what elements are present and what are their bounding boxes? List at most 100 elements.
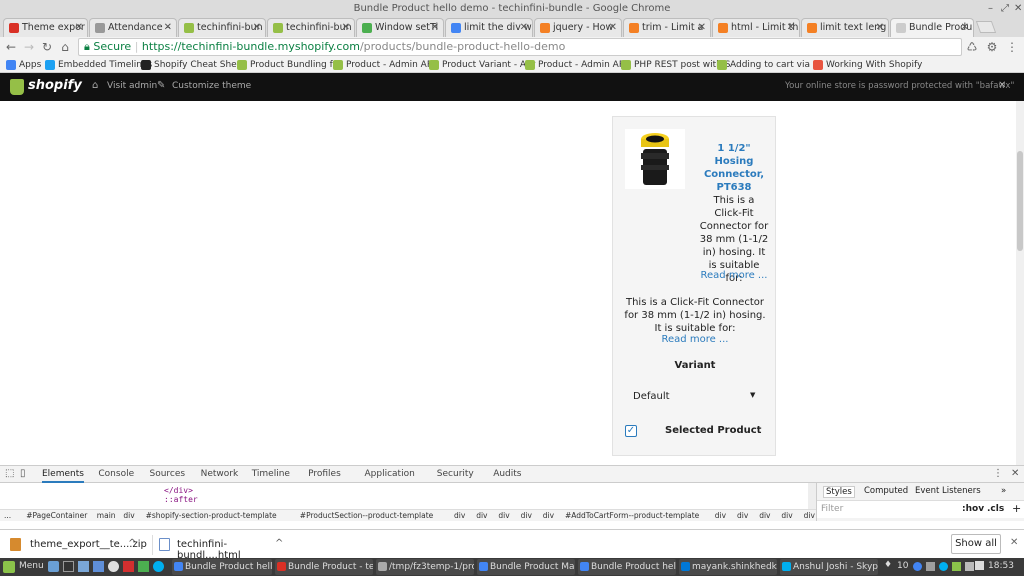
devtools-tab-profiles[interactable]: Profiles bbox=[308, 469, 341, 479]
breadcrumb-item[interactable]: #ProductSection--product-template bbox=[300, 511, 433, 521]
variant-select[interactable]: Default ▼ bbox=[625, 387, 765, 407]
chevron-up-icon[interactable]: ^ bbox=[275, 538, 283, 549]
device-icon[interactable]: ▯ bbox=[20, 468, 26, 479]
styles-tab-2[interactable]: Computed bbox=[864, 486, 908, 496]
clock[interactable]: 18:53 bbox=[988, 561, 1014, 571]
breadcrumb-item[interactable]: div bbox=[476, 511, 487, 521]
extension-gear-icon[interactable]: ⚙ bbox=[984, 39, 1000, 55]
extension-icon[interactable]: ♺ bbox=[964, 39, 980, 55]
back-icon[interactable]: ← bbox=[3, 39, 19, 55]
tab-6[interactable]: limit the div w ✕ bbox=[445, 18, 533, 37]
tray-skype-icon[interactable] bbox=[939, 562, 948, 571]
notification-icon[interactable]: ♦ bbox=[884, 560, 892, 570]
folder-icon[interactable] bbox=[93, 561, 104, 572]
tray-app-icon[interactable] bbox=[926, 562, 935, 571]
read-more-link-2[interactable]: Read more ... bbox=[623, 334, 767, 345]
scrollbar-thumb[interactable] bbox=[1017, 151, 1023, 251]
product-image[interactable] bbox=[625, 129, 685, 189]
page-scrollbar[interactable] bbox=[1016, 101, 1024, 465]
filezilla-icon[interactable] bbox=[123, 561, 134, 572]
tab-5[interactable]: Window setTi ✕ bbox=[356, 18, 444, 37]
tab-close-icon[interactable]: ✕ bbox=[876, 19, 884, 36]
styles-filter[interactable]: Filter :hov .cls + bbox=[817, 500, 1024, 518]
visit-admin-link[interactable]: Visit admin bbox=[107, 81, 157, 91]
bookmark-9[interactable]: Adding to cart via Aj bbox=[717, 58, 822, 72]
editor-icon[interactable] bbox=[138, 561, 149, 572]
taskbar-item-3[interactable]: /tmp/fz3temp-1/pro... bbox=[376, 559, 474, 575]
tab-close-icon[interactable]: ✕ bbox=[520, 19, 528, 36]
tab-close-icon[interactable]: ✕ bbox=[787, 19, 795, 36]
hov-toggle[interactable]: :hov bbox=[962, 504, 984, 514]
inspect-icon[interactable]: ⬚ bbox=[5, 468, 14, 479]
breadcrumb-item[interactable]: div bbox=[759, 511, 770, 521]
address-bar[interactable]: 🔒︎ Secure | https://techinfini-bundle.my… bbox=[78, 38, 962, 56]
tab-4[interactable]: techinfini-bun ✕ bbox=[267, 18, 355, 37]
breadcrumb-item[interactable]: div bbox=[454, 511, 465, 521]
skype-icon[interactable] bbox=[153, 561, 164, 572]
taskbar-item-2[interactable]: Bundle Product - te... bbox=[275, 559, 373, 575]
product-title-link[interactable]: 1 1/2" Hosing Connector, PT638 bbox=[699, 142, 769, 194]
devtools-tab-audits[interactable]: Audits bbox=[493, 469, 521, 479]
breadcrumb-item[interactable]: div bbox=[543, 511, 554, 521]
customize-theme-link[interactable]: Customize theme bbox=[172, 81, 251, 91]
files-icon[interactable] bbox=[78, 561, 89, 572]
breadcrumb-item[interactable]: main bbox=[97, 511, 116, 521]
maximize-button[interactable]: ⤢ bbox=[1001, 0, 1009, 17]
styles-tab-4[interactable]: » bbox=[1001, 486, 1006, 496]
breadcrumb-item[interactable]: div bbox=[521, 511, 532, 521]
tab-close-icon[interactable]: ✕ bbox=[75, 19, 83, 36]
desktop-icon[interactable] bbox=[48, 561, 59, 572]
bookmark-3[interactable]: Shopify Cheat Sheet bbox=[141, 58, 246, 72]
tab-7[interactable]: jquery - How ✕ bbox=[534, 18, 622, 37]
close-icon[interactable]: ✕ bbox=[998, 80, 1006, 91]
tab-close-icon[interactable]: ✕ bbox=[431, 19, 439, 36]
tab-close-icon[interactable]: ✕ bbox=[342, 19, 350, 36]
breadcrumb-item[interactable]: div bbox=[781, 511, 792, 521]
bookmark-4[interactable]: Product Bundling for bbox=[237, 58, 342, 72]
tab-3[interactable]: techinfini-bun ✕ bbox=[178, 18, 266, 37]
devtools-close-icon[interactable]: ✕ bbox=[1011, 468, 1019, 479]
chrome-icon[interactable] bbox=[108, 561, 119, 572]
volume-icon[interactable] bbox=[965, 562, 974, 571]
forward-icon[interactable]: → bbox=[21, 39, 37, 55]
chevron-up-icon[interactable]: ^ bbox=[128, 538, 136, 549]
tab-1[interactable]: Theme expor ✕ bbox=[3, 18, 88, 37]
system-tray-icons[interactable] bbox=[913, 561, 974, 573]
add-rule-icon[interactable]: + bbox=[1012, 502, 1021, 515]
bookmark-5[interactable]: Product - Admin API bbox=[333, 58, 435, 72]
read-more-link-1[interactable]: Read more ... bbox=[699, 270, 769, 281]
bookmark-2[interactable]: Embedded Timelines bbox=[45, 58, 152, 72]
taskbar-item-1[interactable]: Bundle Product hell... bbox=[172, 559, 272, 575]
breadcrumb-item[interactable]: #shopify-section-product-template bbox=[146, 511, 277, 521]
start-menu-button[interactable]: Menu bbox=[19, 561, 44, 571]
breadcrumb-item[interactable]: div bbox=[715, 511, 726, 521]
styles-tab-1[interactable]: Styles bbox=[823, 486, 855, 498]
tray-chrome-icon[interactable] bbox=[913, 562, 922, 571]
tab-close-icon[interactable]: ✕ bbox=[253, 19, 261, 36]
elements-scrollbar[interactable] bbox=[808, 483, 816, 509]
bookmark-6[interactable]: Product Variant - Adr bbox=[429, 58, 535, 72]
styles-filter-input[interactable]: Filter bbox=[821, 504, 843, 514]
tab-close-icon[interactable]: ✕ bbox=[698, 19, 706, 36]
tab-close-icon[interactable]: ✕ bbox=[961, 19, 969, 36]
download-item-1[interactable]: theme_export__te....zip ^ bbox=[8, 535, 147, 555]
breadcrumb-item[interactable]: div bbox=[498, 511, 509, 521]
devtools-tab-security[interactable]: Security bbox=[437, 469, 474, 479]
network-icon[interactable] bbox=[975, 561, 984, 570]
tab-close-icon[interactable]: ✕ bbox=[609, 19, 617, 36]
tray-update-icon[interactable] bbox=[952, 562, 961, 571]
devtools-tab-network[interactable]: Network bbox=[201, 469, 239, 479]
taskbar-item-4[interactable]: Bundle Product Ma... bbox=[477, 559, 575, 575]
new-tab-button[interactable] bbox=[975, 21, 997, 33]
reload-icon[interactable]: ↻ bbox=[39, 39, 55, 55]
cls-toggle[interactable]: .cls bbox=[987, 504, 1004, 514]
devtools-tab-elements[interactable]: Elements bbox=[42, 469, 84, 483]
devtools-tab-sources[interactable]: Sources bbox=[150, 469, 186, 479]
breadcrumb-item[interactable]: div bbox=[123, 511, 134, 521]
devtools-menu-icon[interactable]: ⋮ bbox=[993, 468, 1003, 479]
tab-close-icon[interactable]: ✕ bbox=[164, 19, 172, 36]
taskbar-item-7[interactable]: Anshul Joshi - Skype™ bbox=[780, 559, 878, 575]
devtools-tab-application[interactable]: Application bbox=[365, 469, 415, 479]
tab-8[interactable]: trim - Limit a ✕ bbox=[623, 18, 711, 37]
bookmark-8[interactable]: PHP REST post with S bbox=[621, 58, 730, 72]
